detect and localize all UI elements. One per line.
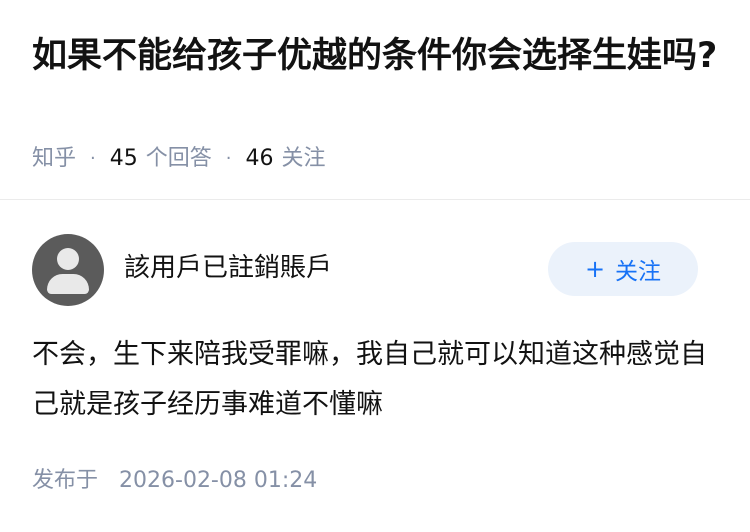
avatar[interactable] — [32, 234, 104, 306]
follows-count: 46 — [245, 146, 274, 171]
meta-separator: · — [225, 148, 232, 169]
answer-content[interactable]: 不会，生下来陪我受罪嘛，我自己就可以知道这种感觉自己就是孩子经历事难道不懂嘛 — [32, 330, 722, 430]
meta-separator: · — [90, 148, 96, 169]
question-meta: 知乎 · 45 个回答 · 46 关注 — [32, 143, 326, 175]
answers-count: 45 — [109, 146, 138, 171]
avatar-body-shape — [47, 274, 89, 294]
avatar-person-icon — [57, 248, 79, 270]
answer-author-row: 該用戶已註銷賬戶 + 关注 — [0, 232, 750, 306]
plus-icon: + — [584, 255, 606, 283]
question-header: 如果不能给孩子优越的条件你会选择生娃吗? 知乎 · 45 个回答 · 46 关注 — [0, 0, 750, 200]
author-name[interactable]: 該用戶已註銷賬戶 — [124, 250, 332, 286]
published-label: 发布于 — [32, 468, 99, 493]
question-title[interactable]: 如果不能给孩子优越的条件你会选择生娃吗? — [32, 30, 722, 82]
follow-button-label: 关注 — [615, 259, 662, 285]
answers-label[interactable]: 个回答 — [146, 143, 212, 175]
follows-label[interactable]: 关注 — [282, 143, 326, 175]
answer-date: 发布于 2026-02-08 01:24 — [32, 464, 317, 498]
follow-button[interactable]: + 关注 — [548, 242, 698, 296]
source-label[interactable]: 知乎 — [32, 143, 76, 175]
published-time: 2026-02-08 01:24 — [119, 468, 318, 493]
